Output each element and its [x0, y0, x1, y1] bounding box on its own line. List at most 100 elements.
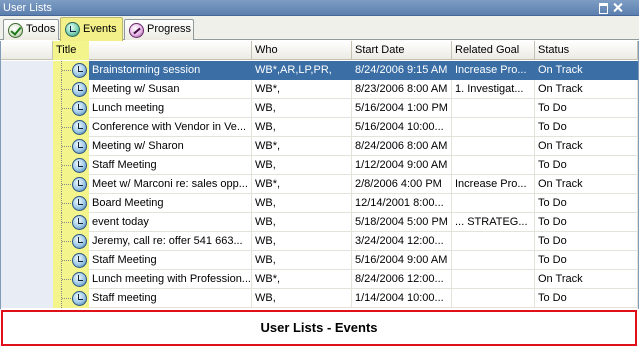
- table-row[interactable]: Jeremy, call re: offer 541 663... WB, 3/24…: [1, 232, 638, 251]
- tab-strip: Todos Events Progress: [0, 16, 639, 41]
- row-gutter: [1, 289, 53, 308]
- table-row[interactable]: Lunch meeting with Profession... WB*, 8/24…: [1, 270, 638, 289]
- table-row[interactable]: Meeting w/ Sharon WB*, 8/24/2006 8:00 AM On…: [1, 137, 638, 156]
- table-row[interactable]: Staff Meeting WB, 1/12/2004 9:00 AM To Do: [1, 156, 638, 175]
- tree-connector: [61, 232, 71, 251]
- table-row[interactable]: Board Meeting WB, 12/14/2001 8:00... To Do: [1, 194, 638, 213]
- caption: User Lists - Events: [1, 310, 637, 346]
- tree-connector: [61, 213, 71, 232]
- tab-progress[interactable]: Progress: [124, 19, 194, 40]
- row-gutter: [1, 61, 53, 80]
- cell-title: Board Meeting: [89, 194, 252, 213]
- cell-who: WB,: [252, 118, 352, 137]
- tab-label: Todos: [26, 23, 56, 35]
- tree-connector: [61, 80, 71, 99]
- event-clock-icon: [72, 158, 87, 173]
- row-gutter: [1, 251, 53, 270]
- cell-start-date: 1/14/2004 10:00...: [352, 289, 452, 308]
- cell-status: To Do: [535, 232, 638, 251]
- cell-related-goal: [452, 194, 535, 213]
- cell-status: On Track: [535, 270, 638, 289]
- table-row[interactable]: Brainstorming session WB*,AR,LP,PR, 8/24/2…: [1, 61, 638, 80]
- cell-status: On Track: [535, 137, 638, 156]
- cell-who: WB*,AR,LP,PR,: [252, 61, 352, 80]
- tab-events[interactable]: Events: [60, 17, 123, 41]
- table-row[interactable]: Staff Meeting WB, 5/16/2004 9:00 AM To Do: [1, 251, 638, 270]
- table-row[interactable]: Conference with Vendor in Ve... WB, 5/16/2…: [1, 118, 638, 137]
- cell-related-goal: Increase Pro...: [452, 61, 535, 80]
- row-gutter: [1, 118, 53, 137]
- table-row[interactable]: event today WB, 5/18/2004 5:00 PM... STRAT…: [1, 213, 638, 232]
- cell-title: Brainstorming session: [89, 61, 252, 80]
- cell-who: WB*,: [252, 80, 352, 99]
- cell-title: event today: [89, 213, 252, 232]
- table-row[interactable]: Meet w/ Marconi re: sales opp... WB*, 2/8/…: [1, 175, 638, 194]
- tab-todos[interactable]: Todos: [3, 19, 59, 40]
- row-gutter: [1, 80, 53, 99]
- row-gutter: [1, 213, 53, 232]
- event-clock-icon: [72, 177, 87, 192]
- cell-who: WB,: [252, 194, 352, 213]
- grid-header: Title Who Start Date Related Goal Status: [1, 41, 638, 60]
- row-gutter: [1, 175, 53, 194]
- cell-start-date: 2/8/2006 4:00 PM: [352, 175, 452, 194]
- column-header-who[interactable]: Who: [252, 41, 352, 60]
- check-icon: [8, 23, 23, 38]
- header-gutter: [1, 41, 53, 60]
- row-gutter: [1, 99, 53, 118]
- tree-connector: [61, 156, 71, 175]
- progress-icon: [129, 23, 144, 38]
- cell-title: Conference with Vendor in Ve...: [89, 118, 252, 137]
- close-icon[interactable]: [612, 2, 623, 13]
- column-header-title[interactable]: Title: [53, 41, 252, 60]
- tab-label: Events: [83, 23, 117, 35]
- row-gutter: [1, 156, 53, 175]
- row-gutter: [1, 194, 53, 213]
- table-row[interactable]: Staff meeting WB, 1/14/2004 10:00... To Do: [1, 289, 638, 308]
- cell-title: Lunch meeting: [89, 99, 252, 118]
- column-header-related-goal[interactable]: Related Goal: [452, 41, 535, 60]
- event-clock-icon: [72, 291, 87, 306]
- column-header-status[interactable]: Status: [535, 41, 638, 60]
- event-clock-icon: [72, 82, 87, 97]
- table-row[interactable]: Lunch meeting WB, 5/16/2004 1:00 PM To Do: [1, 99, 638, 118]
- cell-who: WB,: [252, 99, 352, 118]
- cell-start-date: 5/18/2004 5:00 PM: [352, 213, 452, 232]
- window-title-bar: User Lists: [0, 0, 639, 16]
- tab-label: Progress: [147, 23, 192, 35]
- cell-related-goal: 1. Investigat...: [452, 80, 535, 99]
- cell-title: Meeting w/ Sharon: [89, 137, 252, 156]
- clock-icon: [65, 22, 80, 37]
- cell-status: On Track: [535, 80, 638, 99]
- cell-who: WB,: [252, 156, 352, 175]
- tree-connector: [61, 194, 71, 213]
- cell-title: Staff Meeting: [89, 156, 252, 175]
- table-row[interactable]: Meeting w/ Susan WB*, 8/23/2006 8:00 AM 1. …: [1, 80, 638, 99]
- cell-start-date: 1/12/2004 9:00 AM: [352, 156, 452, 175]
- row-gutter: [1, 232, 53, 251]
- cell-title: Meet w/ Marconi re: sales opp...: [89, 175, 252, 194]
- tree-connector: [61, 175, 71, 194]
- event-clock-icon: [72, 139, 87, 154]
- tree-connector: [61, 270, 71, 289]
- cell-related-goal: Increase Pro...: [452, 175, 535, 194]
- event-clock-icon: [72, 196, 87, 211]
- cell-status: To Do: [535, 99, 638, 118]
- events-grid: Title Who Start Date Related Goal Status…: [0, 41, 639, 309]
- tree-connector: [61, 61, 71, 80]
- cell-who: WB*,: [252, 270, 352, 289]
- column-header-start-date[interactable]: Start Date: [352, 41, 452, 60]
- tree-connector: [61, 289, 71, 308]
- cell-related-goal: ... STRATEG...: [452, 213, 535, 232]
- cell-who: WB*,: [252, 175, 352, 194]
- dock-icon[interactable]: [598, 2, 609, 14]
- cell-start-date: 5/16/2004 1:00 PM: [352, 99, 452, 118]
- cell-start-date: 8/24/2006 9:15 AM: [352, 61, 452, 80]
- cell-related-goal: [452, 232, 535, 251]
- event-clock-icon: [72, 101, 87, 116]
- cell-status: To Do: [535, 289, 638, 308]
- cell-title: Staff Meeting: [89, 251, 252, 270]
- cell-start-date: 8/24/2006 12:00...: [352, 270, 452, 289]
- event-clock-icon: [72, 234, 87, 249]
- row-gutter: [1, 137, 53, 156]
